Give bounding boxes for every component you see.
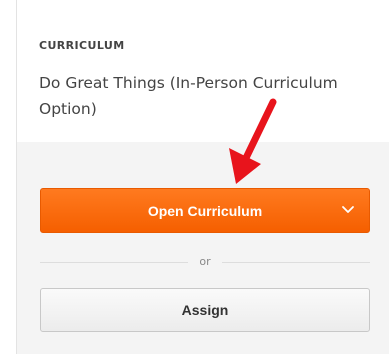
red-arrow-icon <box>229 98 277 184</box>
or-divider: or <box>40 254 370 270</box>
chevron-down-icon[interactable] <box>341 205 355 215</box>
open-curriculum-label: Open Curriculum <box>147 202 263 219</box>
divider-line-right <box>222 262 370 263</box>
section-label: CURRICULUM <box>39 39 125 52</box>
assign-button[interactable]: Assign <box>40 288 370 332</box>
assign-label: Assign <box>181 302 229 318</box>
open-curriculum-button[interactable]: Open Curriculum <box>40 188 370 233</box>
curriculum-card: CURRICULUM Do Great Things (In-Person Cu… <box>16 0 389 354</box>
curriculum-title: Do Great Things (In-Person Curriculum Op… <box>39 74 338 118</box>
curriculum-header: CURRICULUM Do Great Things (In-Person Cu… <box>17 0 389 142</box>
